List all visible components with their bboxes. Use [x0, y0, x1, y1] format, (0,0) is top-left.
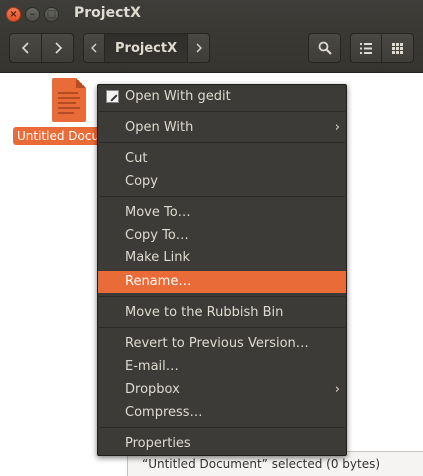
- chevron-left-icon: [21, 42, 29, 54]
- menu-separator: [99, 111, 345, 112]
- menu-item-move-to-rubbish-bin[interactable]: Move to the Rubbish Bin: [98, 302, 346, 324]
- menu-separator: [99, 196, 345, 197]
- menu-separator: [99, 142, 345, 143]
- menu-item-make-link[interactable]: Make Link: [98, 247, 346, 269]
- back-button[interactable]: [9, 33, 42, 63]
- grid-view-icon: [392, 42, 403, 54]
- menu-item-copy-to[interactable]: Copy To…: [98, 225, 346, 247]
- context-menu: Open With gedit Open With › Cut Copy Mov…: [97, 84, 347, 456]
- menu-item-rename[interactable]: Rename…: [98, 271, 346, 293]
- window-title: ProjectX: [74, 5, 141, 21]
- window-controls: × – □: [6, 7, 59, 22]
- menu-separator: [99, 427, 345, 428]
- header-bar: × – □ ProjectX ProjectX: [0, 0, 423, 73]
- close-window-button[interactable]: ×: [6, 7, 21, 22]
- menu-separator: [99, 327, 345, 328]
- breadcrumb-projectx[interactable]: ProjectX: [105, 33, 189, 63]
- search-button[interactable]: [308, 33, 341, 63]
- path-bar: ProjectX: [83, 33, 211, 63]
- maximize-window-button[interactable]: □: [44, 7, 59, 22]
- list-view-icon: [360, 42, 372, 54]
- menu-item-open-with[interactable]: Open With ›: [98, 117, 346, 139]
- view-toggle: [350, 33, 414, 63]
- menu-item-copy[interactable]: Copy: [98, 171, 346, 193]
- menu-item-properties[interactable]: Properties: [98, 433, 346, 455]
- chevron-left-icon: [91, 43, 97, 53]
- chevron-right-icon: ›: [334, 120, 340, 135]
- chevron-right-icon: ›: [334, 382, 340, 397]
- menu-item-dropbox[interactable]: Dropbox ›: [98, 379, 346, 401]
- chevron-right-icon: [54, 42, 62, 54]
- menu-item-email[interactable]: E-mail…: [98, 356, 346, 378]
- menu-item-cut[interactable]: Cut: [98, 148, 346, 170]
- search-icon: [318, 41, 332, 55]
- menu-item-move-to[interactable]: Move To…: [98, 202, 346, 224]
- chevron-right-icon: [196, 43, 202, 53]
- menu-item-compress[interactable]: Compress…: [98, 402, 346, 424]
- path-scroll-left-button[interactable]: [83, 33, 105, 63]
- text-document-icon[interactable]: [52, 78, 86, 122]
- history-nav: [9, 33, 74, 63]
- menu-item-open-with-gedit[interactable]: Open With gedit: [98, 86, 346, 108]
- forward-button[interactable]: [42, 33, 74, 63]
- gedit-icon: [106, 90, 119, 103]
- menu-separator: [99, 296, 345, 297]
- minimize-window-button[interactable]: –: [25, 7, 40, 22]
- path-scroll-right-button[interactable]: [188, 33, 211, 63]
- search-group: [308, 33, 341, 63]
- list-view-button[interactable]: [350, 33, 382, 63]
- menu-item-revert-previous-version[interactable]: Revert to Previous Version…: [98, 333, 346, 355]
- file-name-label[interactable]: Untitled Document: [13, 127, 107, 145]
- grid-view-button[interactable]: [382, 33, 414, 63]
